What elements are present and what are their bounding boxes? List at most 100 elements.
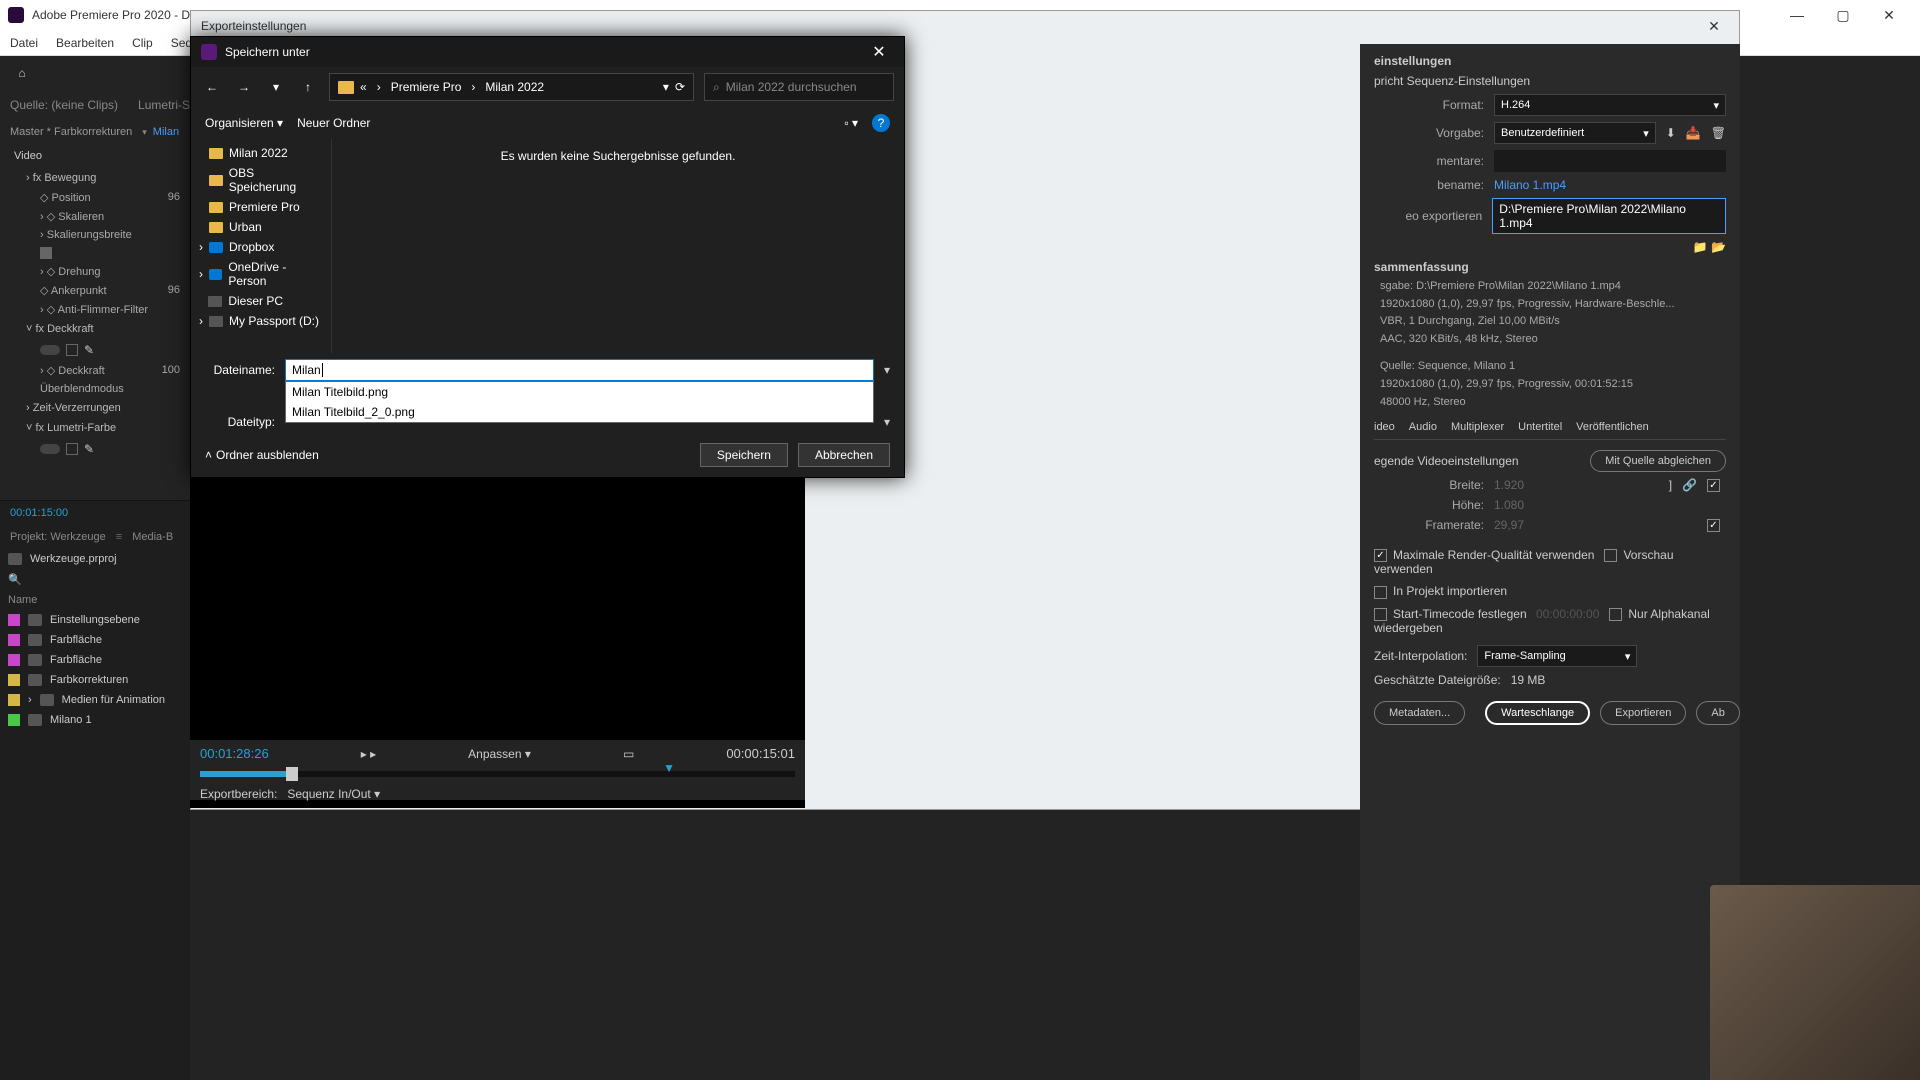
tab-audio[interactable]: Audio [1409, 421, 1437, 433]
queue-button[interactable]: Warteschlange [1485, 701, 1590, 725]
name-column[interactable]: Name [0, 590, 190, 610]
metadata-button[interactable]: Metadaten... [1374, 701, 1465, 725]
output-path[interactable]: D:\Premiere Pro\Milan 2022\Milano 1.mp4 [1492, 198, 1726, 234]
save-button[interactable]: Speichern [700, 443, 788, 467]
list-item[interactable]: Einstellungsebene [0, 610, 190, 630]
tree-milan[interactable]: Milan 2022 [191, 143, 331, 163]
fit-select[interactable]: Anpassen [468, 747, 521, 761]
tab-multiplexer[interactable]: Multiplexer [1451, 421, 1504, 433]
project-tab[interactable]: Projekt: Werkzeuge [10, 531, 106, 543]
preset-import-icon[interactable]: 📥 [1686, 126, 1701, 140]
chk-starttc[interactable] [1374, 608, 1387, 621]
suggestion-item[interactable]: Milan Titelbild_2_0.png [286, 402, 873, 422]
prop-uniform[interactable] [0, 244, 190, 262]
home-icon[interactable]: ⌂ [12, 63, 32, 83]
search-input[interactable]: ⌕ Milan 2022 durchsuchen [704, 73, 894, 101]
list-item[interactable]: Farbfläche [0, 630, 190, 650]
play2-icon[interactable]: ▸ [370, 747, 376, 761]
prop-anchor[interactable]: ◇ Ankerpunkt96 [0, 281, 190, 300]
tree-onedrive[interactable]: ›OneDrive - Person [191, 257, 331, 291]
close-button[interactable]: ✕ [1866, 0, 1912, 30]
prop-scale[interactable]: › ◇ Skalieren [0, 207, 190, 226]
breadcrumb-milan[interactable]: Milan 2022 [485, 80, 544, 94]
lumetri-tools[interactable]: ✎ [0, 438, 190, 460]
menu-edit[interactable]: Bearbeiten [56, 36, 114, 50]
tree-obs[interactable]: OBS Speicherung [191, 163, 331, 197]
filename-dropdown[interactable]: ▾ [884, 363, 890, 377]
minimize-button[interactable]: — [1774, 0, 1820, 30]
comments-input[interactable] [1494, 150, 1726, 172]
export-range-select[interactable]: Sequenz In/Out ▾ [287, 787, 380, 801]
chk-import[interactable] [1374, 586, 1387, 599]
export-close-button[interactable]: ✕ [1699, 18, 1729, 35]
dim-checkbox[interactable] [1707, 479, 1720, 492]
tree-urban[interactable]: Urban [191, 217, 331, 237]
tree-dropbox[interactable]: ›Dropbox [191, 237, 331, 257]
list-item[interactable]: Farbkorrekturen [0, 670, 190, 690]
view-button[interactable]: ▫ ▾ [844, 116, 858, 130]
filename-input[interactable]: Milan [285, 359, 874, 381]
folder-icon[interactable]: 📁 [1693, 240, 1708, 254]
list-item[interactable]: ›Medien für Animation [0, 690, 190, 710]
search-row[interactable]: 🔍 [0, 569, 190, 590]
new-folder-button[interactable]: Neuer Ordner [297, 116, 370, 130]
refresh-button[interactable]: ⟳ [675, 80, 685, 94]
output-name-link[interactable]: Milano 1.mp4 [1494, 178, 1566, 192]
opacity-tools[interactable]: ✎ [0, 339, 190, 361]
tree-passport[interactable]: ›My Passport (D:) [191, 311, 331, 331]
forward-button[interactable]: → [233, 76, 255, 98]
fx-motion[interactable]: › fx Bewegung [0, 168, 190, 188]
format-select[interactable]: H.264▾ [1494, 94, 1726, 116]
interp-select[interactable]: Frame-Sampling▾ [1477, 645, 1637, 667]
prop-blendmode[interactable]: Überblendmodus [0, 380, 190, 398]
tree-thispc[interactable]: Dieser PC [191, 291, 331, 311]
saveas-close-button[interactable]: ✕ [864, 42, 894, 62]
source-tab[interactable]: Quelle: (keine Clips) [10, 98, 118, 112]
tab-publish[interactable]: Veröffentlichen [1576, 421, 1649, 433]
up-button[interactable]: ↑ [297, 76, 319, 98]
breadcrumb-premiere[interactable]: Premiere Pro [391, 80, 462, 94]
menu-file[interactable]: Datei [10, 36, 38, 50]
filetype-dropdown[interactable]: ▾ [884, 415, 890, 429]
prop-rotation[interactable]: › ◇ Drehung [0, 262, 190, 281]
ab-button[interactable]: Ab [1696, 701, 1739, 725]
address-bar[interactable]: « Premiere Pro Milan 2022 ▾ ⟳ [329, 73, 694, 101]
preset-select[interactable]: Benutzerdefiniert▾ [1494, 122, 1656, 144]
recent-dropdown[interactable]: ▾ [265, 76, 287, 98]
list-item[interactable]: Farbfläche [0, 650, 190, 670]
play-icon[interactable]: ▸ [361, 747, 367, 761]
suggestion-item[interactable]: Milan Titelbild.png [286, 382, 873, 402]
preset-delete-icon[interactable]: 🗑 [1711, 126, 1726, 140]
fps-checkbox[interactable] [1707, 519, 1720, 532]
aspect-icon[interactable]: ▭ [623, 747, 634, 761]
fx-opacity[interactable]: ˅ fx Deckkraft [0, 319, 190, 339]
prop-opacity-val[interactable]: › ◇ Deckkraft100 [0, 361, 190, 380]
cancel-button[interactable]: Abbrechen [798, 443, 890, 467]
slider-knob[interactable] [286, 767, 298, 781]
back-button[interactable]: ← [201, 76, 223, 98]
hide-folders-link[interactable]: ˄Ordner ausblenden [205, 448, 319, 462]
organize-menu[interactable]: Organisieren ▾ [205, 116, 283, 130]
chk-alpha[interactable] [1609, 608, 1622, 621]
chevron-down-icon[interactable] [138, 126, 147, 138]
list-item[interactable]: Milano 1 [0, 710, 190, 730]
tab-video[interactable]: ideo [1374, 421, 1395, 433]
media-tab[interactable]: Media-B [132, 531, 173, 543]
chk-maxrender[interactable] [1374, 549, 1387, 562]
fx-lumetri[interactable]: ˅ fx Lumetri-Farbe [0, 418, 190, 438]
prop-scalewidth[interactable]: › Skalierungsbreite [0, 226, 190, 244]
timecode-left[interactable]: 00:01:28:26 [200, 746, 269, 761]
maximize-button[interactable]: ▢ [1820, 0, 1866, 30]
menu-clip[interactable]: Clip [132, 36, 153, 50]
chk-preview[interactable] [1604, 549, 1617, 562]
tab-captions[interactable]: Untertitel [1518, 421, 1562, 433]
match-source-button[interactable]: Mit Quelle abgleichen [1590, 450, 1726, 472]
addr-dropdown[interactable]: ▾ [663, 80, 669, 94]
tree-premiere[interactable]: Premiere Pro [191, 197, 331, 217]
folder-open-icon[interactable]: 📂 [1711, 240, 1726, 254]
effect-scope[interactable]: Milan [153, 126, 179, 138]
prop-antiflicker[interactable]: › ◇ Anti-Flimmer-Filter [0, 300, 190, 319]
preview-slider[interactable]: ▼ [200, 771, 795, 777]
preset-save-icon[interactable]: ⬇ [1666, 126, 1676, 140]
prop-position[interactable]: ◇ Position96 [0, 188, 190, 207]
